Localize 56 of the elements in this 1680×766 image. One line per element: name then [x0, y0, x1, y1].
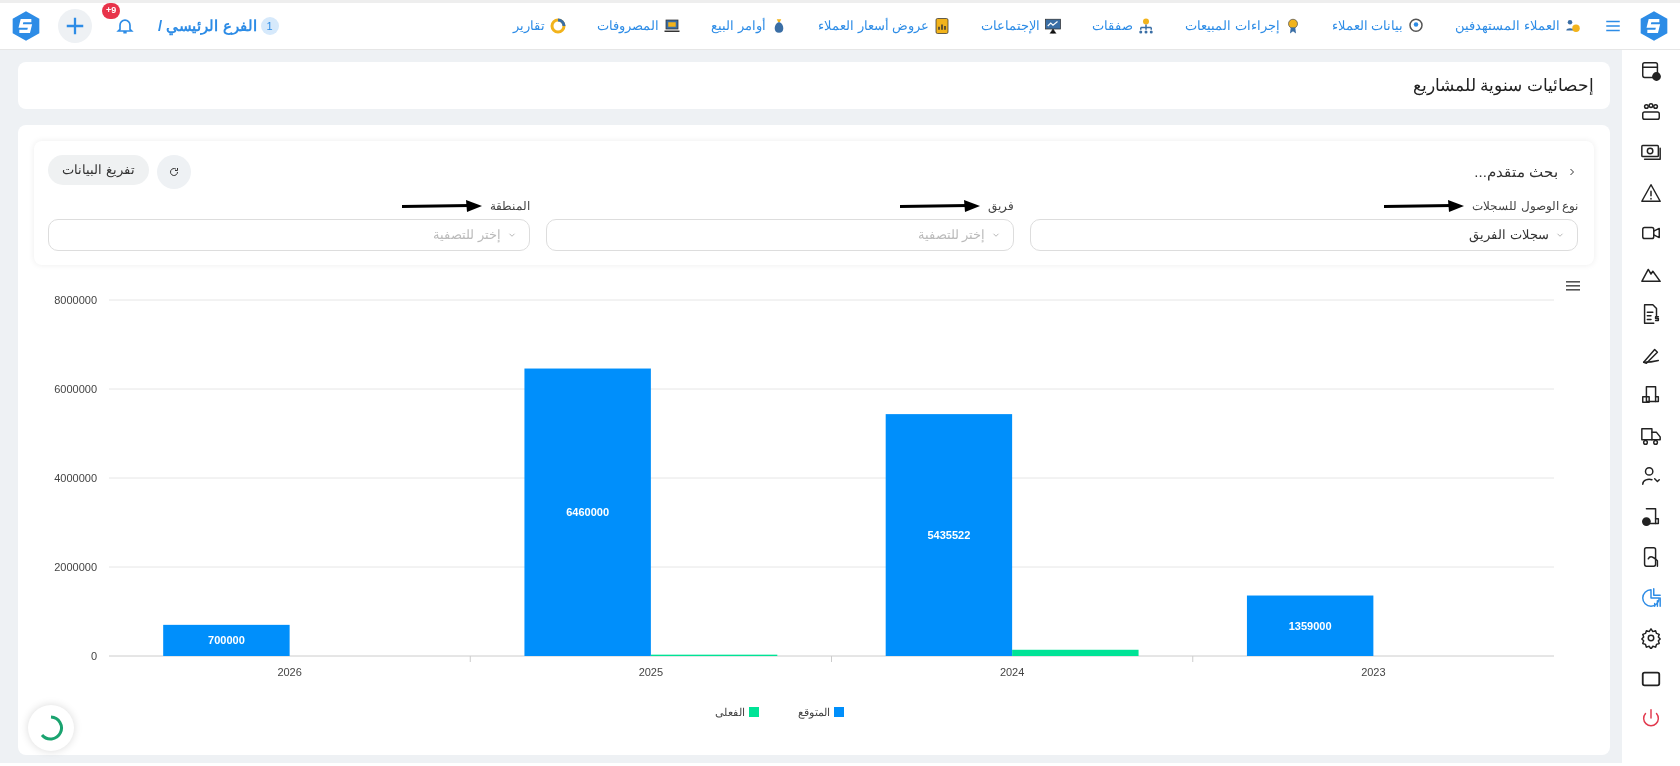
nav-link[interactable]: عروض أسعار العملاء — [817, 16, 952, 36]
pie-chart-icon — [1640, 586, 1662, 609]
nav-link[interactable]: بيانات العملاء — [1331, 16, 1426, 36]
refresh-button[interactable] — [156, 155, 191, 189]
presentation-board-icon — [1044, 17, 1063, 35]
nav-link[interactable]: العملاء المستهدفين — [1455, 16, 1582, 36]
y-axis-label: 0 — [90, 650, 97, 662]
plus-icon — [64, 15, 86, 37]
select-field[interactable]: إختر للتصفية — [48, 219, 531, 251]
chart-menu-icon[interactable] — [1566, 281, 1580, 291]
y-axis-label: 4000000 — [54, 472, 97, 484]
x-axis-label: 2023 — [1361, 666, 1386, 678]
select-field[interactable]: سجلات الفريق — [1030, 219, 1578, 251]
org-chart-icon — [1137, 17, 1156, 35]
select-field[interactable]: إختر للتصفية — [546, 219, 1015, 251]
nav-link[interactable]: تقارير — [513, 16, 568, 36]
x-axis-label: 2024 — [999, 666, 1025, 678]
legend-label: المتوقع — [798, 706, 830, 719]
advanced-search-toggle[interactable]: بحث متقدم... — [1474, 160, 1578, 184]
x-axis-label: 2026 — [277, 666, 302, 678]
y-axis-label: 2000000 — [54, 561, 97, 573]
document-chart-icon — [933, 17, 952, 35]
y-axis-label: 6000000 — [54, 383, 97, 395]
branch-name[interactable]: الفرع الرئيسي / — [158, 14, 257, 38]
legend-label: الفعلى — [715, 706, 745, 718]
y-axis-label: 8000000 — [54, 294, 97, 306]
legend-item[interactable]: الفعلى — [715, 706, 759, 718]
laptop-icon — [663, 17, 682, 35]
warning-icon — [1640, 181, 1662, 204]
people-group-icon — [1640, 100, 1662, 123]
nav-link[interactable]: أوامر البيع — [711, 16, 788, 36]
nav-link[interactable]: المصروفات — [597, 16, 682, 36]
bar-value-label: 6460000 — [566, 506, 610, 519]
bar-value-label: 700000 — [208, 634, 245, 647]
page-title: إحصائيات سنوية للمشاريع — [1412, 74, 1594, 98]
nav-link[interactable]: صفقات — [1092, 16, 1156, 36]
notification-count-badge: +9 — [102, 3, 121, 19]
field-label: فريق — [988, 198, 1015, 215]
export-button[interactable]: تفريغ البيانات — [48, 155, 149, 185]
people-coin-icon — [1564, 17, 1582, 35]
branch-number-badge: 1 — [260, 17, 279, 35]
legend-item[interactable]: المتوقع — [798, 706, 844, 718]
bell-icon — [115, 16, 135, 36]
nav-link[interactable]: الإجتماعات — [981, 16, 1063, 36]
refresh-icon — [167, 166, 180, 178]
add-button[interactable] — [58, 9, 92, 43]
x-axis-label: 2025 — [638, 666, 664, 678]
field-label: المنطقة — [490, 198, 531, 215]
logo-icon[interactable] — [1638, 10, 1670, 42]
bar-value-label: 5435522 — [927, 529, 971, 542]
donut-chart-icon — [549, 17, 568, 35]
field-label: نوع الوصول للسجلات — [1472, 198, 1578, 215]
bar-value-label: 1359000 — [1288, 619, 1332, 632]
nav-link[interactable]: إجراءات المبيعات — [1185, 16, 1302, 36]
logo-icon[interactable] — [10, 10, 42, 42]
settings-icon — [1640, 627, 1662, 649]
